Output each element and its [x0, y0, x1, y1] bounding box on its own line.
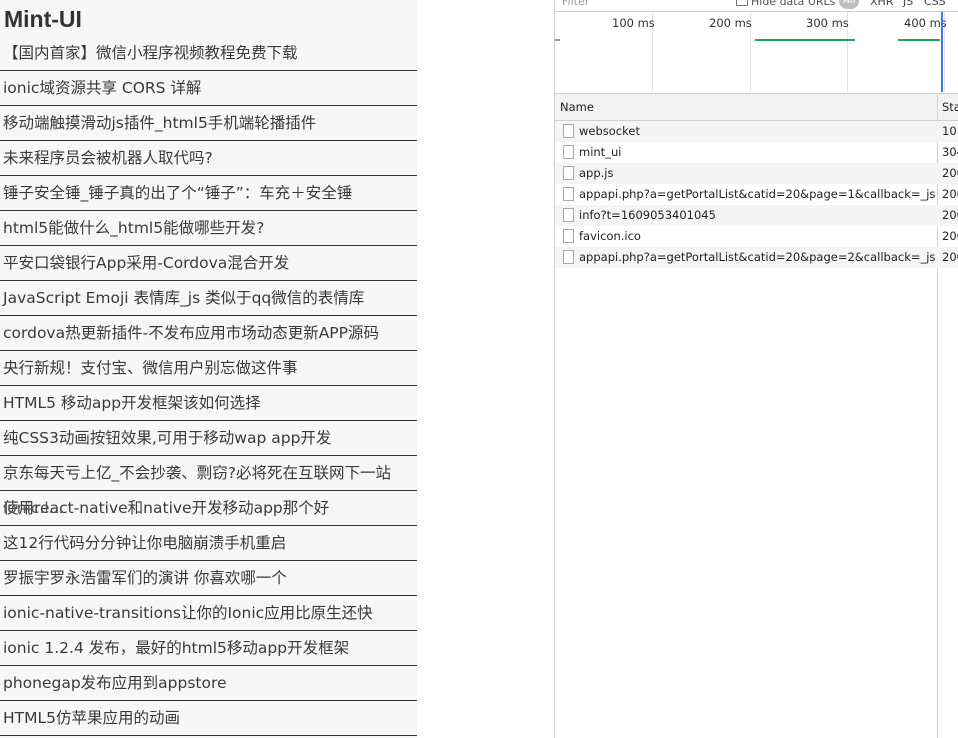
news-item[interactable]: HTML5仿苹果应用的动画 — [0, 701, 417, 736]
request-name: appapi.php?a=getPortalList&catid=20&page… — [579, 250, 935, 264]
request-name: mint_ui — [579, 145, 622, 159]
devtools-network-panel: Filter Hide data URLs All XHR JS CSS 100… — [554, 0, 958, 738]
request-status: 304 — [942, 145, 958, 159]
timeline-bar — [898, 39, 940, 41]
news-item[interactable]: 未来程序员会被机器人取代吗? — [0, 141, 417, 176]
hide-data-urls-label: Hide data URLs — [751, 0, 836, 8]
request-row[interactable]: appapi.php?a=getPortalList&catid=20&page… — [555, 247, 958, 268]
news-item-title: HTML5仿苹果应用的动画 — [3, 709, 180, 727]
network-timeline[interactable]: 100 ms 200 ms 300 ms 400 ms — [555, 12, 958, 92]
file-icon — [563, 166, 574, 180]
news-item[interactable]: ionic域资源共享 CORS 详解 — [0, 71, 417, 106]
news-item-title: 平安口袋银行App采用-Cordova混合开发 — [3, 254, 290, 272]
app-preview: Mint-UI 【国内首家】微信小程序视频教程免费下载 ionic域资源共享 CO… — [0, 0, 417, 738]
news-item-title: 央行新规！支付宝、微信用户别忘做这件事 — [3, 359, 298, 377]
column-header-name[interactable]: Name — [560, 100, 594, 114]
request-name: appapi.php?a=getPortalList&catid=20&page… — [579, 187, 935, 201]
request-name: info?t=1609053401045 — [579, 208, 716, 222]
request-row[interactable]: appapi.php?a=getPortalList&catid=20&page… — [555, 184, 958, 205]
request-status: 200 — [942, 208, 958, 222]
news-item-title: 【国内首家】微信小程序视频教程免费下载 — [3, 44, 298, 62]
file-icon — [563, 250, 574, 264]
news-item[interactable]: 这12行代码分分钟让你电脑崩溃手机重启 — [0, 526, 417, 561]
news-item[interactable]: 锤子安全锤_锤子真的出了个“锤子”：车充＋安全锤 — [0, 176, 417, 211]
news-item-title: phonegap发布应用到appstore — [3, 674, 227, 692]
filter-js-button[interactable]: JS — [903, 0, 913, 8]
hide-data-urls-checkbox[interactable] — [736, 0, 748, 6]
filter-input[interactable]: Filter — [562, 0, 589, 8]
news-item-title: 这12行代码分分钟让你电脑崩溃手机重启 — [3, 534, 287, 552]
news-item-title: cordova热更新插件-不发布应用市场动态更新APP源码 — [3, 324, 379, 342]
request-status: 200 — [942, 229, 958, 243]
overlapping-text: ionic.l... — [3, 499, 64, 517]
news-item[interactable]: ionic 1.2.4 发布，最好的html5移动app开发框架 — [0, 631, 417, 666]
news-item[interactable]: 【国内首家】微信小程序视频教程免费下载 — [0, 36, 417, 71]
news-item-title: 京东每天亏上亿_不会抄袭、剽窃?必将死在互联网下一站 — [3, 464, 391, 482]
request-row[interactable]: favicon.ico 200 — [555, 226, 958, 247]
news-item-title: JavaScript Emoji 表情库_js 类似于qq微信的表情库 — [3, 289, 365, 307]
request-status: 200 — [942, 166, 958, 180]
news-item[interactable]: 使用react-native和native开发移动app那个好 ionic.l..… — [0, 491, 417, 526]
news-item-title: 未来程序员会被机器人取代吗? — [3, 149, 213, 167]
request-name: websocket — [579, 124, 640, 138]
request-row[interactable]: app.js 200 — [555, 163, 958, 184]
filter-bar: Filter Hide data URLs All XHR JS CSS — [555, 0, 958, 12]
news-item-title: html5能做什么_html5能做哪些开发? — [3, 219, 265, 237]
news-list: 【国内首家】微信小程序视频教程免费下载 ionic域资源共享 CORS 详解移动端… — [0, 36, 417, 736]
request-row[interactable]: websocket 101 — [555, 121, 958, 142]
page-title: Mint-UI — [4, 6, 82, 32]
news-item-title: HTML5 移动app开发框架该如何选择 — [3, 394, 261, 412]
request-name: app.js — [579, 166, 614, 180]
news-item[interactable]: 纯CSS3动画按钮效果,可用于移动wap app开发 — [0, 421, 417, 456]
request-status: 200 — [942, 187, 958, 201]
news-item-title: ionic-native-transitions让你的Ionic应用比原生还快 — [3, 604, 373, 622]
request-grid-header: Name Sta — [555, 93, 958, 121]
news-item[interactable]: HTML5 移动app开发框架该如何选择 — [0, 386, 417, 421]
timeline-tick-label: 300 ms — [806, 16, 849, 30]
column-header-status[interactable]: Sta — [942, 100, 958, 114]
file-icon — [563, 229, 574, 243]
news-item[interactable]: 央行新规！支付宝、微信用户别忘做这件事 — [0, 351, 417, 386]
news-item-title: 纯CSS3动画按钮效果,可用于移动wap app开发 — [3, 429, 332, 447]
request-row[interactable]: mint_ui 304 — [555, 142, 958, 163]
file-icon — [563, 145, 574, 159]
request-list: websocket 101 mint_ui 304 app.js 200 appapi.ph… — [555, 121, 958, 268]
news-item-title: 锤子安全锤_锤子真的出了个“锤子”：车充＋安全锤 — [3, 184, 353, 202]
file-icon — [563, 208, 574, 222]
news-item-title: 移动端触摸滑动js插件_html5手机端轮播插件 — [3, 114, 317, 132]
timeline-tick-label: 200 ms — [709, 16, 752, 30]
news-item[interactable]: ionic-native-transitions让你的Ionic应用比原生还快 — [0, 596, 417, 631]
filter-all-button[interactable]: All — [839, 0, 860, 9]
news-item[interactable]: 平安口袋银行App采用-Cordova混合开发 — [0, 246, 417, 281]
timeline-bar — [755, 39, 855, 41]
timeline-bar — [555, 39, 560, 41]
news-item[interactable]: 移动端触摸滑动js插件_html5手机端轮播插件 — [0, 106, 417, 141]
file-icon — [563, 187, 574, 201]
news-item[interactable]: 罗振宇罗永浩雷军们的演讲 你喜欢哪一个 — [0, 561, 417, 596]
blank-area — [417, 0, 554, 738]
timeline-cursor — [941, 12, 943, 92]
news-item-title: ionic 1.2.4 发布，最好的html5移动app开发框架 — [3, 639, 350, 657]
news-item-title: 罗振宇罗永浩雷军们的演讲 你喜欢哪一个 — [3, 569, 287, 587]
file-icon — [563, 124, 574, 138]
request-row[interactable]: info?t=1609053401045 200 — [555, 205, 958, 226]
news-item[interactable]: html5能做什么_html5能做哪些开发? — [0, 211, 417, 246]
news-item[interactable]: JavaScript Emoji 表情库_js 类似于qq微信的表情库 — [0, 281, 417, 316]
request-name: favicon.ico — [579, 229, 641, 243]
news-item[interactable]: phonegap发布应用到appstore — [0, 666, 417, 701]
request-status: 200 — [942, 250, 958, 264]
news-item[interactable]: 京东每天亏上亿_不会抄袭、剽窃?必将死在互联网下一站 — [0, 456, 417, 491]
request-status: 101 — [942, 124, 958, 138]
timeline-tick-label: 100 ms — [612, 16, 655, 30]
filter-css-button[interactable]: CSS — [924, 0, 946, 8]
news-item-title: ionic域资源共享 CORS 详解 — [3, 79, 202, 97]
news-item[interactable]: cordova热更新插件-不发布应用市场动态更新APP源码 — [0, 316, 417, 351]
filter-xhr-button[interactable]: XHR — [870, 0, 893, 8]
